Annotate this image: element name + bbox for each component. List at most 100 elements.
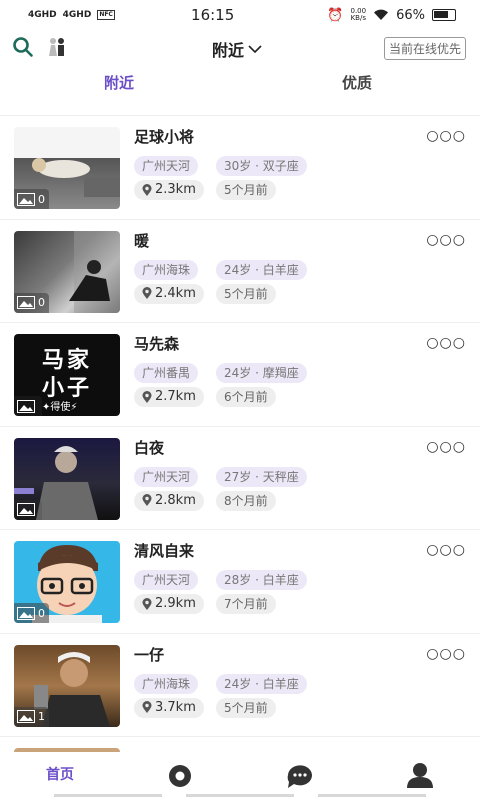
signal-1: 4GHD xyxy=(28,10,57,20)
search-icon[interactable] xyxy=(12,36,34,58)
user-name: 白夜 xyxy=(134,438,165,457)
age-tag: 28岁 · 白羊座 xyxy=(216,570,307,590)
tab-quality[interactable]: 优质 xyxy=(342,72,372,93)
user-name: 足球小将 xyxy=(134,128,195,146)
location-pin-icon xyxy=(142,287,152,299)
chevron-down-icon xyxy=(248,45,262,54)
wifi-icon xyxy=(374,9,389,20)
avatar[interactable]: 0 xyxy=(14,541,120,623)
last-active-tag: 5个月前 xyxy=(216,180,276,200)
avatar[interactable]: 1 xyxy=(14,644,120,727)
location-dropdown[interactable]: 附近 xyxy=(212,37,262,61)
more-options-icon[interactable]: ○○○ xyxy=(426,439,466,455)
user-name: 清风自来 xyxy=(134,542,195,560)
distance-value: 2.7km xyxy=(155,389,196,404)
more-options-icon[interactable]: ○○○ xyxy=(426,646,466,662)
avatar[interactable]: 0 xyxy=(14,127,120,209)
bottom-nav: 首页 xyxy=(0,752,480,800)
image-icon xyxy=(17,503,35,516)
distance-tag: 2.7km xyxy=(134,387,204,407)
distance-tag: 2.9km xyxy=(134,594,204,614)
nav-divider xyxy=(54,794,162,797)
more-options-icon[interactable]: ○○○ xyxy=(426,232,466,248)
area-tag: 广州天河 xyxy=(134,570,199,590)
area-tag: 广州天河 xyxy=(134,466,199,487)
age-tag: 24岁 · 摩羯座 xyxy=(216,363,307,383)
list-item[interactable]: 0 足球小将 ○○○ 广州天河 30岁 · 双子座 2.3km 5个月前 xyxy=(0,115,480,219)
distance-value: 2.8km xyxy=(155,492,196,508)
area-tag: 广州番禺 xyxy=(134,363,199,383)
age-tag: 30岁 · 双子座 xyxy=(216,156,307,176)
photo-count: 0 xyxy=(38,606,45,620)
alarm-icon: ⏰ xyxy=(327,7,344,23)
photo-count: 0 xyxy=(38,192,45,206)
list-item[interactable]: 1 一仔 ○○○ 广州海珠 24岁 · 白羊座 3.7km 5个月前 xyxy=(0,632,480,737)
tab-nearby[interactable]: 附近 xyxy=(104,72,134,93)
clock: 16:15 xyxy=(191,6,235,24)
list-item[interactable]: 马家 小子 ✦得使⚡ 马先森 ○○○ 广州番禺 24岁 · 摩羯座 2.7km … xyxy=(0,322,480,426)
network-speed: 0.00 KB/s xyxy=(351,8,367,22)
photo-count-badge: 0 xyxy=(14,603,49,623)
location-pin-icon xyxy=(142,597,152,610)
distance-tag: 2.3km xyxy=(134,180,204,200)
more-options-icon[interactable]: ○○○ xyxy=(426,128,466,144)
more-options-icon[interactable]: ○○○ xyxy=(426,542,466,558)
age-tag: 24岁 · 白羊座 xyxy=(216,259,307,280)
photo-count-badge xyxy=(14,499,42,520)
discover-icon[interactable] xyxy=(150,764,210,788)
more-options-icon[interactable]: ○○○ xyxy=(426,335,466,351)
distance-tag: 2.8km xyxy=(134,490,204,511)
last-active-tag: 7个月前 xyxy=(216,594,276,614)
user-list: 0 足球小将 ○○○ 广州天河 30岁 · 双子座 2.3km 5个月前 0 暖… xyxy=(0,115,480,758)
battery-icon xyxy=(432,9,456,21)
signal-2: 4GHD xyxy=(62,10,92,20)
message-icon[interactable] xyxy=(270,764,330,790)
image-icon xyxy=(17,606,35,620)
age-tag: 24岁 · 白羊座 xyxy=(216,673,307,694)
top-bar: 附近 当前在线优先 xyxy=(0,34,480,62)
image-icon xyxy=(17,296,35,309)
distance-value: 2.4km xyxy=(155,285,196,301)
nav-home[interactable]: 首页 xyxy=(30,764,90,784)
location-pin-icon xyxy=(142,390,152,403)
nav-divider xyxy=(186,794,294,797)
avatar-text-line-3: ✦得使⚡ xyxy=(42,402,78,413)
distance-value: 2.3km xyxy=(155,182,196,197)
list-item[interactable]: 0 清风自来 ○○○ 广州天河 28岁 · 白羊座 2.9km 7个月前 xyxy=(0,529,480,633)
signal-indicators: 4GHD 4GHD NFC xyxy=(28,10,168,20)
battery-percent: 66% xyxy=(396,7,425,23)
tab-bar: 附近 优质 xyxy=(0,72,480,100)
photo-count: 1 xyxy=(38,710,45,723)
page-title: 附近 xyxy=(212,41,245,60)
location-pin-icon xyxy=(142,183,152,196)
list-item[interactable]: 白夜 ○○○ 广州天河 27岁 · 天秤座 2.8km 8个月前 xyxy=(0,425,480,530)
last-active-tag: 5个月前 xyxy=(216,283,276,304)
photo-count-badge: 1 xyxy=(14,706,49,727)
image-icon xyxy=(17,399,35,413)
avatar[interactable] xyxy=(14,437,120,520)
avatar[interactable]: 马家 小子 ✦得使⚡ xyxy=(14,334,120,416)
user-name: 马先森 xyxy=(134,335,180,353)
avatar[interactable]: 0 xyxy=(14,230,120,313)
nfc-icon: NFC xyxy=(97,10,115,20)
distance-tag: 2.4km xyxy=(134,283,204,304)
user-name: 暖 xyxy=(134,231,150,250)
last-active-tag: 6个月前 xyxy=(216,387,276,407)
online-first-button[interactable]: 当前在线优先 xyxy=(383,37,466,60)
photo-count-badge: 0 xyxy=(14,189,49,209)
distance-tag: 3.7km xyxy=(134,697,204,718)
location-pin-icon xyxy=(142,701,152,713)
last-active-tag: 5个月前 xyxy=(216,697,276,718)
list-item[interactable]: 0 暖 ○○○ 广州海珠 24岁 · 白羊座 2.4km 5个月前 xyxy=(0,218,480,323)
area-tag: 广州海珠 xyxy=(134,673,199,694)
gender-filter-icon[interactable] xyxy=(46,36,68,58)
photo-count-badge xyxy=(14,396,42,416)
distance-value: 3.7km xyxy=(155,699,196,715)
status-bar: 4GHD 4GHD NFC 16:15 ⏰ 0.00 KB/s 66% xyxy=(0,0,480,30)
distance-value: 2.9km xyxy=(155,596,196,611)
age-tag: 27岁 · 天秤座 xyxy=(216,466,307,487)
photo-count-badge: 0 xyxy=(14,292,49,313)
area-tag: 广州海珠 xyxy=(134,259,199,280)
location-pin-icon xyxy=(142,494,152,506)
profile-icon[interactable] xyxy=(390,762,450,788)
